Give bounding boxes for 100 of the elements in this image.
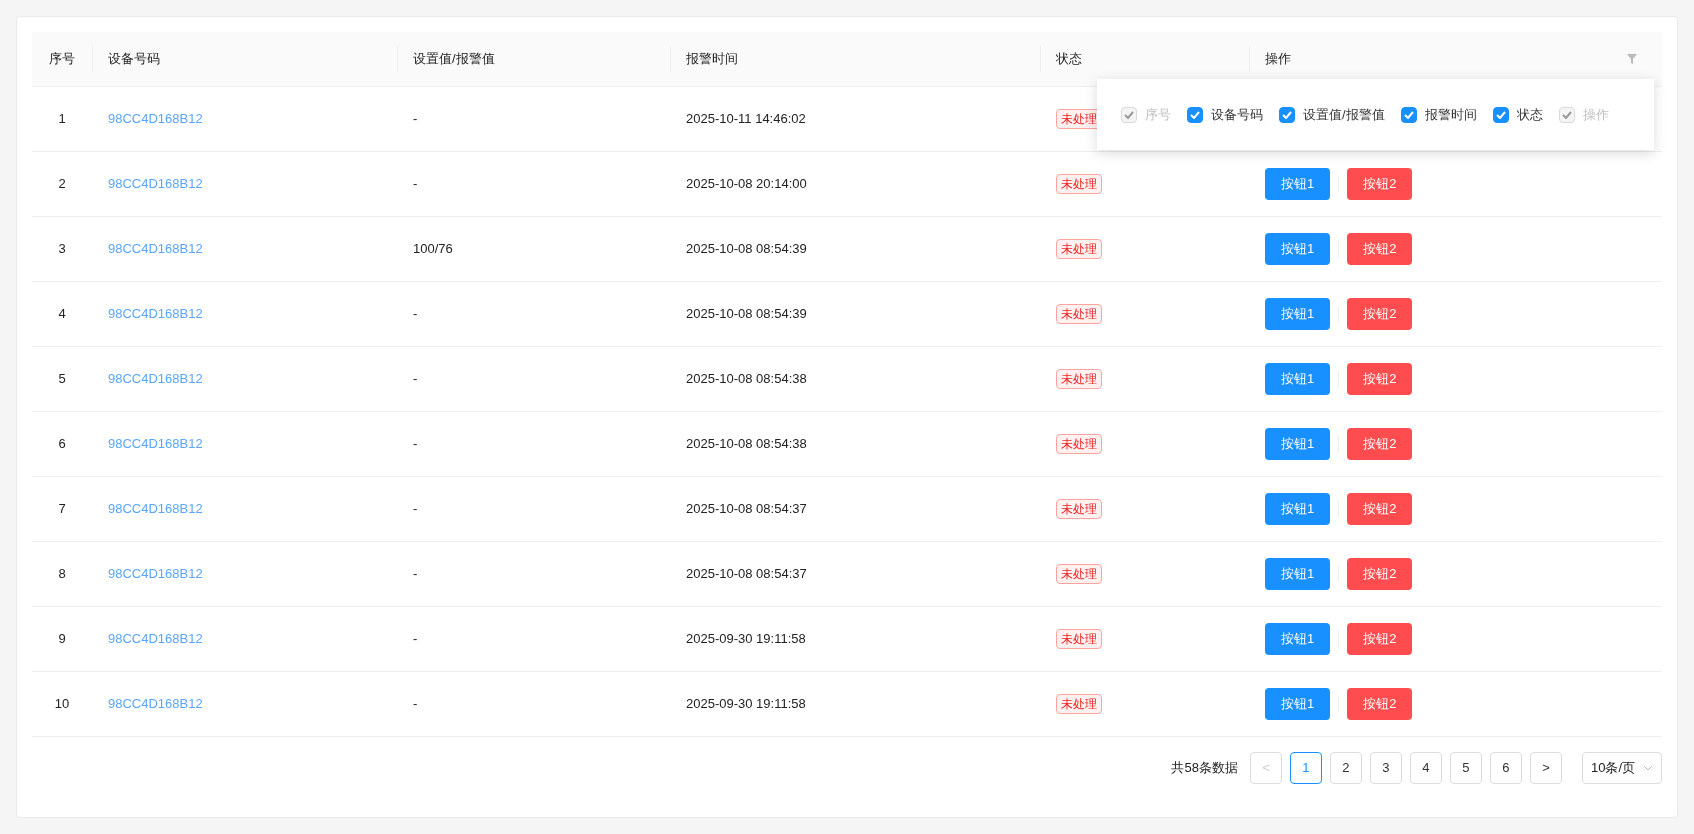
table-cell-text: 2025-10-08 08:54:37 <box>686 565 807 584</box>
action-button[interactable]: 按钮1 <box>1265 558 1331 590</box>
action-button[interactable]: 按钮2 <box>1347 688 1413 720</box>
table-cell-text: 10 <box>54 695 70 714</box>
action-button[interactable]: 按钮1 <box>1265 623 1331 655</box>
chevron-down-icon <box>1643 765 1653 771</box>
column-header: 设置值/报警值 <box>413 50 495 69</box>
table-cell-text: 2 <box>58 175 66 194</box>
device-link[interactable]: 98CC4D168B12 <box>108 109 203 129</box>
action-button[interactable]: 按钮2 <box>1347 623 1413 655</box>
action-button[interactable]: 按钮1 <box>1265 428 1331 460</box>
device-link[interactable]: 98CC4D168B12 <box>108 564 203 584</box>
table-cell-text: 1 <box>58 110 66 129</box>
next-page-button[interactable]: > <box>1529 752 1562 784</box>
table-cell-text: - <box>413 175 418 194</box>
status-tag: 未处理 <box>1056 564 1102 584</box>
page-button[interactable]: 1 <box>1289 752 1322 784</box>
action-button[interactable]: 按钮2 <box>1347 558 1413 590</box>
filter-icon[interactable] <box>1626 53 1638 65</box>
device-link[interactable]: 98CC4D168B12 <box>108 629 203 649</box>
action-button[interactable]: 按钮2 <box>1347 168 1413 200</box>
device-link[interactable]: 98CC4D168B12 <box>108 369 203 389</box>
status-tag: 未处理 <box>1056 304 1102 324</box>
checkbox-label: 报警时间 <box>1424 105 1477 124</box>
action-button[interactable]: 按钮2 <box>1347 428 1413 460</box>
action-button[interactable]: 按钮2 <box>1347 363 1413 395</box>
status-tag: 未处理 <box>1056 499 1102 519</box>
page-button[interactable]: 4 <box>1409 752 1442 784</box>
table-cell-text: 2025-09-30 19:11:58 <box>686 695 806 714</box>
action-button[interactable]: 按钮2 <box>1347 493 1413 525</box>
status-tag: 未处理 <box>1056 434 1102 454</box>
table-cell-text: 9 <box>58 630 66 649</box>
device-link[interactable]: 98CC4D168B12 <box>108 499 203 519</box>
action-button[interactable]: 按钮2 <box>1347 233 1413 265</box>
total-count: 共58条数据 <box>1171 759 1238 778</box>
table-cell-text: - <box>413 500 418 519</box>
checkbox-label: 状态 <box>1516 105 1543 124</box>
status-tag: 未处理 <box>1056 239 1102 259</box>
check-icon <box>1124 110 1134 119</box>
device-link[interactable]: 98CC4D168B12 <box>108 239 203 259</box>
page-button[interactable]: 5 <box>1449 752 1482 784</box>
status-tag: 未处理 <box>1056 694 1102 714</box>
table-cell-text: 2025-10-08 08:54:39 <box>686 240 807 259</box>
table-cell-text: 5 <box>58 370 66 389</box>
table-cell-text: 2025-10-08 08:54:38 <box>686 435 807 454</box>
checkbox-label: 操作 <box>1582 105 1609 124</box>
table-cell-text: 2025-10-08 20:14:00 <box>686 175 807 194</box>
page-size-select[interactable]: 10条/页 <box>1581 752 1662 784</box>
table-cell-text: 2025-10-08 08:54:38 <box>686 370 807 389</box>
checkbox-label: 设备号码 <box>1211 105 1263 124</box>
table-cell-text: 8 <box>58 565 66 584</box>
action-button[interactable]: 按钮1 <box>1265 493 1331 525</box>
column-header: 操作 <box>1265 50 1291 69</box>
table-cell-text: - <box>413 695 418 714</box>
table-cell-text: 3 <box>58 240 66 259</box>
table-cell-text: 4 <box>58 305 66 324</box>
table-cell-text: - <box>413 370 418 389</box>
table-cell-text: 100/76 <box>413 240 453 259</box>
column-header: 设备号码 <box>108 50 160 69</box>
checkbox[interactable] <box>1187 106 1203 123</box>
action-button[interactable]: 按钮1 <box>1265 298 1331 330</box>
check-icon <box>1403 110 1414 119</box>
checkbox-label: 设置值/报警值 <box>1303 105 1385 124</box>
check-icon <box>1495 110 1506 119</box>
status-tag: 未处理 <box>1056 629 1102 649</box>
table-cell-text: 2025-09-30 19:11:58 <box>686 630 806 649</box>
device-link[interactable]: 98CC4D168B12 <box>108 434 203 454</box>
action-button[interactable]: 按钮1 <box>1265 363 1331 395</box>
check-icon <box>1561 110 1572 119</box>
checkbox[interactable] <box>1279 106 1295 123</box>
table-cell-text: 6 <box>58 435 66 454</box>
status-tag: 未处理 <box>1056 174 1102 194</box>
check-icon <box>1282 110 1292 119</box>
check-icon <box>1190 110 1200 119</box>
action-button[interactable]: 按钮2 <box>1347 298 1413 330</box>
table-cell-text: 2025-10-08 08:54:37 <box>686 500 807 519</box>
page-button[interactable]: 6 <box>1489 752 1522 784</box>
table-cell-text: 7 <box>58 500 66 519</box>
table-cell-text: - <box>413 565 418 584</box>
column-header: 状态 <box>1056 50 1082 69</box>
status-tag: 未处理 <box>1056 369 1102 389</box>
device-link[interactable]: 98CC4D168B12 <box>108 174 203 194</box>
checkbox[interactable] <box>1400 106 1417 123</box>
column-header: 报警时间 <box>686 50 738 69</box>
table-cell-text: - <box>413 630 418 649</box>
device-link[interactable]: 98CC4D168B12 <box>108 304 203 324</box>
checkbox[interactable] <box>1492 106 1509 123</box>
table-cell-text: - <box>413 110 418 129</box>
table-cell-text: - <box>413 435 418 454</box>
checkbox-label: 序号 <box>1145 105 1171 124</box>
action-button[interactable]: 按钮1 <box>1265 168 1331 200</box>
column-header: 序号 <box>49 50 75 69</box>
action-button[interactable]: 按钮1 <box>1265 688 1331 720</box>
page-button[interactable]: 2 <box>1329 752 1362 784</box>
device-link[interactable]: 98CC4D168B12 <box>108 694 203 714</box>
action-button[interactable]: 按钮1 <box>1265 233 1331 265</box>
table-cell-text: 2025-10-11 14:46:02 <box>686 110 806 129</box>
table-cell-text: - <box>413 305 418 324</box>
page-button[interactable]: 3 <box>1369 752 1402 784</box>
table-cell-text: 2025-10-08 08:54:39 <box>686 305 807 324</box>
